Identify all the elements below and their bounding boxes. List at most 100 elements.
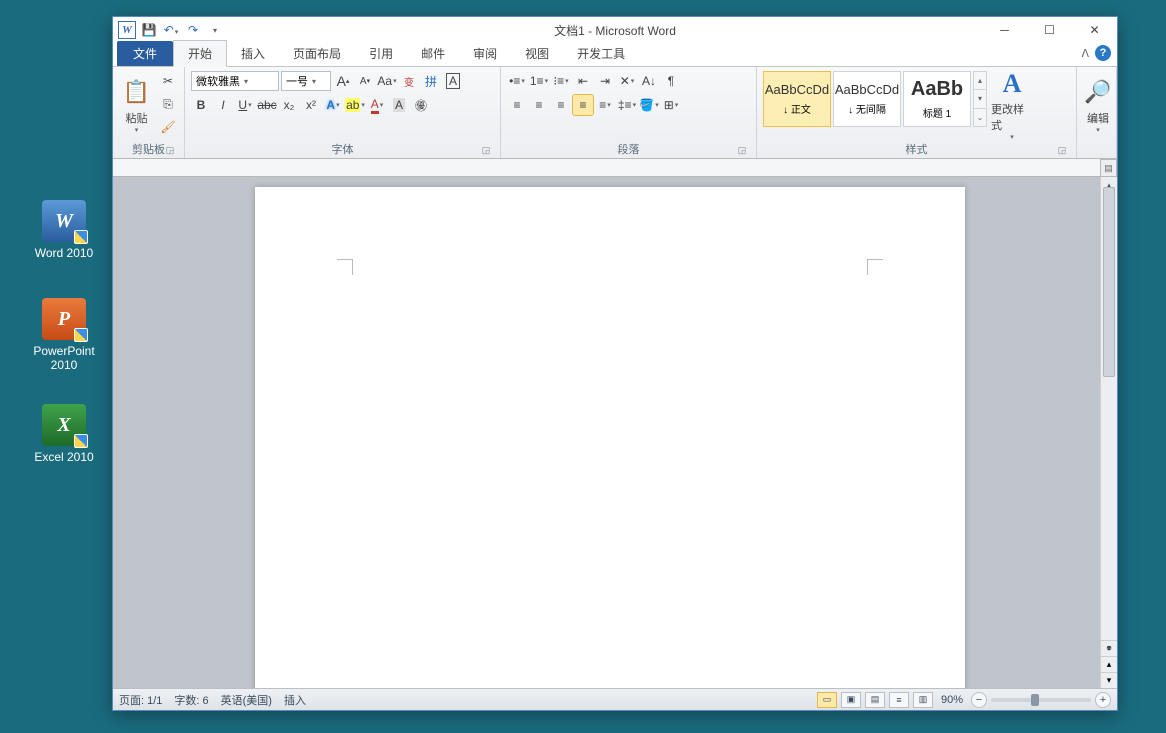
group-font: 微软雅黑▾ 一号▾ A▴ A▾ Aa 变 拼 A B I U abc x₂ x²… <box>185 67 501 158</box>
ruler-toggle-icon[interactable]: ▤ <box>1100 159 1117 177</box>
align-right-icon[interactable]: ≡ <box>551 95 571 115</box>
sort-icon[interactable]: A↓ <box>639 71 659 91</box>
bullets-icon[interactable]: •≡ <box>507 71 527 91</box>
style-normal[interactable]: AaBbCcDd ↓ 正文 <box>763 71 831 127</box>
statusbar: 页面: 1/1 字数: 6 英语(美国) 插入 ▭ ▣ ▤ ≡ ▥ 90% − … <box>113 688 1117 710</box>
phonetic-guide-icon[interactable]: 变 <box>399 71 419 91</box>
save-icon[interactable]: 💾 <box>139 20 159 40</box>
tab-mailings[interactable]: 邮件 <box>407 41 459 66</box>
next-page-icon[interactable]: ▾ <box>1101 672 1117 688</box>
scroll-thumb[interactable] <box>1103 187 1115 377</box>
editing-button[interactable]: 🔎 编辑 ▾ <box>1083 71 1113 139</box>
font-launcher-icon[interactable]: ◲ <box>480 144 492 156</box>
font-name-combo[interactable]: 微软雅黑▾ <box>191 71 279 91</box>
enclose-characters-icon[interactable]: ㊝ <box>411 95 431 115</box>
view-fullscreen-icon[interactable]: ▣ <box>841 692 861 708</box>
tab-file[interactable]: 文件 <box>117 41 173 66</box>
desktop-icon-powerpoint[interactable]: P PowerPoint 2010 <box>24 298 104 372</box>
asian-layout-icon[interactable]: ✕ <box>617 71 637 91</box>
format-painter-icon[interactable]: 🖌 <box>158 117 178 137</box>
zoom-in-icon[interactable]: + <box>1095 692 1111 708</box>
view-print-layout-icon[interactable]: ▭ <box>817 692 837 708</box>
style-heading1[interactable]: AaBb 标题 1 <box>903 71 971 127</box>
multilevel-list-icon[interactable]: ⁝≡ <box>551 71 571 91</box>
paste-button[interactable]: 📋 粘贴 ▾ <box>119 71 154 139</box>
clipboard-launcher-icon[interactable]: ◲ <box>164 144 176 156</box>
style-scroll-up-icon[interactable]: ▴ <box>974 72 986 90</box>
italic-button[interactable]: I <box>213 95 233 115</box>
tab-references[interactable]: 引用 <box>355 41 407 66</box>
show-marks-icon[interactable]: ¶ <box>661 71 681 91</box>
highlight-icon[interactable]: ab <box>345 95 365 115</box>
subscript-button[interactable]: x₂ <box>279 95 299 115</box>
horizontal-ruler[interactable] <box>113 159 1100 177</box>
line-spacing-icon[interactable]: ‡≡ <box>617 95 637 115</box>
zoom-slider[interactable] <box>991 698 1091 702</box>
strikethrough-button[interactable]: abc <box>257 95 277 115</box>
styles-launcher-icon[interactable]: ◲ <box>1056 144 1068 156</box>
tab-developer[interactable]: 开发工具 <box>563 41 639 66</box>
tab-insert[interactable]: 插入 <box>227 41 279 66</box>
status-page[interactable]: 页面: 1/1 <box>119 692 162 708</box>
desktop-icon-word[interactable]: W Word 2010 <box>24 200 104 260</box>
qat-customize-icon[interactable]: ▾ <box>205 20 225 40</box>
numbering-icon[interactable]: 1≡ <box>529 71 549 91</box>
status-insert-mode[interactable]: 插入 <box>284 692 306 708</box>
character-shading-icon[interactable]: A <box>389 95 409 115</box>
margin-corner-icon <box>867 259 883 275</box>
document-viewport[interactable] <box>113 177 1100 688</box>
tab-view[interactable]: 视图 <box>511 41 563 66</box>
style-scroll-down-icon[interactable]: ▾ <box>974 90 986 108</box>
prev-page-icon[interactable]: ▴ <box>1101 656 1117 672</box>
text-effects-icon[interactable]: A <box>323 95 343 115</box>
maximize-button[interactable]: ☐ <box>1027 17 1072 43</box>
align-center-icon[interactable]: ≡ <box>529 95 549 115</box>
zoom-thumb[interactable] <box>1031 694 1039 706</box>
status-word-count[interactable]: 字数: 6 <box>174 692 208 708</box>
desktop-icon-excel[interactable]: X Excel 2010 <box>24 404 104 464</box>
font-color-icon[interactable]: A <box>367 95 387 115</box>
shield-icon <box>74 230 88 244</box>
document-page[interactable] <box>255 187 965 688</box>
view-web-layout-icon[interactable]: ▤ <box>865 692 885 708</box>
clear-format-icon[interactable]: 拼 <box>421 71 441 91</box>
zoom-out-icon[interactable]: − <box>971 692 987 708</box>
change-case-icon[interactable]: Aa <box>377 71 397 91</box>
undo-icon[interactable]: ↶ <box>161 20 181 40</box>
borders-icon[interactable]: ⊞ <box>661 95 681 115</box>
decrease-indent-icon[interactable]: ⇤ <box>573 71 593 91</box>
ppt-letter: P <box>58 308 70 331</box>
bold-button[interactable]: B <box>191 95 211 115</box>
tab-layout[interactable]: 页面布局 <box>279 41 355 66</box>
cut-icon[interactable]: ✂ <box>158 71 178 91</box>
underline-button[interactable]: U <box>235 95 255 115</box>
close-button[interactable]: ✕ <box>1072 17 1117 43</box>
minimize-button[interactable]: ─ <box>982 17 1027 43</box>
browse-object-icon[interactable]: ○ <box>1101 640 1117 656</box>
align-left-icon[interactable]: ≡ <box>507 95 527 115</box>
grow-font-icon[interactable]: A▴ <box>333 71 353 91</box>
help-icon[interactable]: ? <box>1095 45 1111 61</box>
word-app-icon[interactable]: W <box>117 20 137 40</box>
minimize-ribbon-icon[interactable]: ᐱ <box>1081 47 1089 60</box>
copy-icon[interactable]: ⎘ <box>158 94 178 114</box>
view-outline-icon[interactable]: ≡ <box>889 692 909 708</box>
redo-icon[interactable]: ↷ <box>183 20 203 40</box>
style-nospacing[interactable]: AaBbCcDd ↓ 无间隔 <box>833 71 901 127</box>
increase-indent-icon[interactable]: ⇥ <box>595 71 615 91</box>
character-border-icon[interactable]: A <box>443 71 463 91</box>
shrink-font-icon[interactable]: A▾ <box>355 71 375 91</box>
superscript-button[interactable]: x² <box>301 95 321 115</box>
font-size-combo[interactable]: 一号▾ <box>281 71 331 91</box>
tab-home[interactable]: 开始 <box>173 40 227 67</box>
paragraph-launcher-icon[interactable]: ◲ <box>736 144 748 156</box>
status-language[interactable]: 英语(美国) <box>221 692 272 708</box>
tab-review[interactable]: 审阅 <box>459 41 511 66</box>
zoom-level[interactable]: 90% <box>941 694 963 706</box>
justify-icon[interactable]: ≡ <box>573 95 593 115</box>
style-expand-icon[interactable]: ⌄ <box>974 109 986 126</box>
view-draft-icon[interactable]: ▥ <box>913 692 933 708</box>
change-styles-button[interactable]: A 更改样式 ▾ <box>991 71 1033 139</box>
distributed-icon[interactable]: ≡ <box>595 95 615 115</box>
shading-icon[interactable]: 🪣 <box>639 95 659 115</box>
